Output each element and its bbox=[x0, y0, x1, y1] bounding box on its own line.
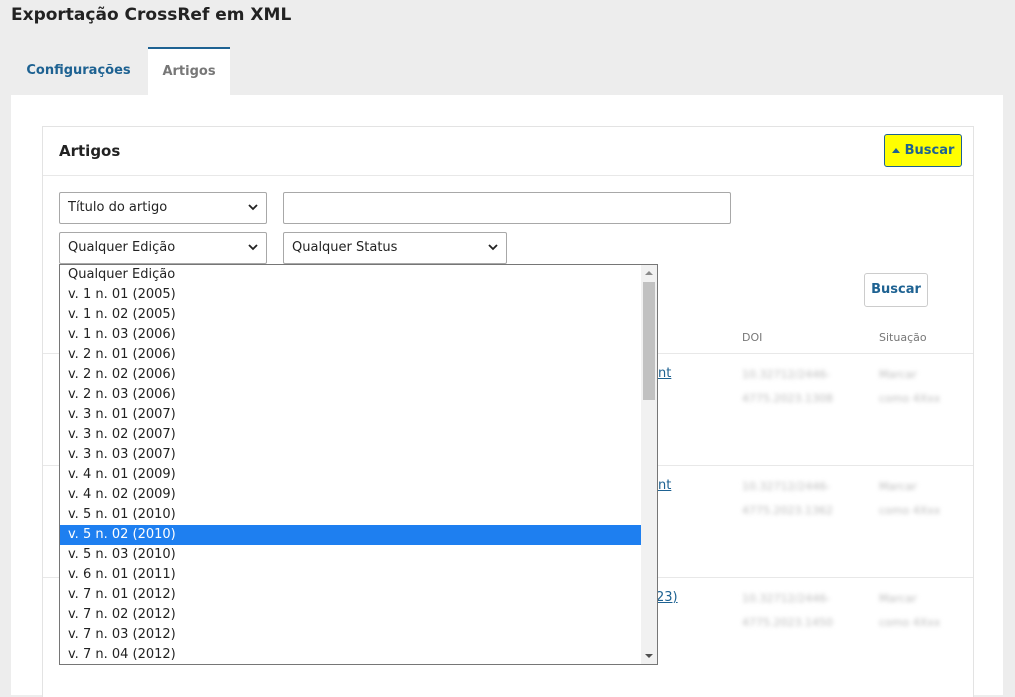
search-field-value: Título do artigo bbox=[68, 200, 168, 215]
dropdown-option[interactable]: v. 1 n. 03 (2006) bbox=[60, 325, 641, 345]
dropdown-option[interactable]: v. 2 n. 03 (2006) bbox=[60, 385, 641, 405]
card-title: Artigos bbox=[59, 142, 121, 160]
dropdown-option[interactable]: v. 1 n. 01 (2005) bbox=[60, 285, 641, 305]
chevron-down-icon bbox=[248, 204, 258, 211]
dropdown-option[interactable]: v. 3 n. 02 (2007) bbox=[60, 425, 641, 445]
column-header-doi: DOI bbox=[742, 331, 763, 344]
search-input[interactable] bbox=[283, 192, 731, 224]
dropdown-option[interactable]: Qualquer Edição bbox=[60, 265, 641, 285]
status-select-value: Qualquer Status bbox=[292, 240, 398, 255]
dropdown-option[interactable]: v. 5 n. 03 (2010) bbox=[60, 545, 641, 565]
card-header: Artigos Buscar bbox=[43, 127, 973, 176]
search-button[interactable]: Buscar bbox=[864, 273, 928, 307]
article-title-link[interactable]: nt bbox=[658, 366, 671, 381]
dropdown-option[interactable]: v. 3 n. 01 (2007) bbox=[60, 405, 641, 425]
doi-value: 10.32712/2446- 4775.2023.1308 bbox=[742, 368, 833, 405]
tab-configuracoes[interactable]: Configurações bbox=[11, 47, 146, 95]
doi-value: 10.32712/2446- 4775.2023.1450 bbox=[742, 592, 833, 629]
dropdown-option[interactable]: v. 4 n. 01 (2009) bbox=[60, 465, 641, 485]
issue-select-value: Qualquer Edição bbox=[68, 240, 176, 255]
caret-up-icon bbox=[891, 148, 900, 153]
column-header-status: Situação bbox=[879, 331, 927, 344]
dropdown-option[interactable]: v. 1 n. 02 (2005) bbox=[60, 305, 641, 325]
status-select[interactable]: Qualquer Status bbox=[283, 232, 507, 264]
scrollbar[interactable] bbox=[641, 265, 657, 664]
dropdown-option[interactable]: v. 7 n. 04 (2012) bbox=[60, 645, 641, 664]
dropdown-option[interactable]: v. 7 n. 03 (2012) bbox=[60, 625, 641, 645]
scroll-thumb[interactable] bbox=[643, 282, 655, 400]
dropdown-option[interactable]: v. 7 n. 02 (2012) bbox=[60, 605, 641, 625]
status-value[interactable]: Marcar como 4Xxx bbox=[879, 363, 940, 411]
doi-value: 10.32712/2446- 4775.2023.1362 bbox=[742, 480, 833, 517]
dropdown-option-selected[interactable]: v. 5 n. 02 (2010) bbox=[60, 525, 641, 545]
dropdown-option[interactable]: v. 3 n. 03 (2007) bbox=[60, 445, 641, 465]
issue-select[interactable]: Qualquer Edição bbox=[59, 232, 267, 264]
article-title-link[interactable]: nt bbox=[658, 478, 671, 493]
status-value[interactable]: Marcar como 4Xxx bbox=[879, 475, 940, 523]
status-value[interactable]: Marcar como 4Xxx bbox=[879, 587, 940, 635]
chevron-down-icon bbox=[248, 244, 258, 251]
article-title-link[interactable]: 23) bbox=[656, 590, 678, 605]
dropdown-option[interactable]: v. 7 n. 01 (2012) bbox=[60, 585, 641, 605]
scroll-up-icon[interactable] bbox=[645, 271, 653, 275]
tab-artigos[interactable]: Artigos bbox=[148, 47, 230, 95]
issue-dropdown-list[interactable]: Qualquer Edição v. 1 n. 01 (2005) v. 1 n. … bbox=[59, 264, 658, 665]
chevron-down-icon bbox=[488, 244, 498, 251]
scroll-down-icon[interactable] bbox=[645, 654, 653, 658]
dropdown-option[interactable]: v. 5 n. 01 (2010) bbox=[60, 505, 641, 525]
dropdown-option[interactable]: v. 2 n. 01 (2006) bbox=[60, 345, 641, 365]
dropdown-option[interactable]: v. 4 n. 02 (2009) bbox=[60, 485, 641, 505]
toggle-search-label: Buscar bbox=[904, 143, 955, 158]
dropdown-option[interactable]: v. 2 n. 02 (2006) bbox=[60, 365, 641, 385]
page-title: Exportação CrossRef em XML bbox=[11, 5, 292, 25]
dropdown-option[interactable]: v. 6 n. 01 (2011) bbox=[60, 565, 641, 585]
toggle-search-button[interactable]: Buscar bbox=[884, 134, 962, 167]
search-field-select[interactable]: Título do artigo bbox=[59, 192, 267, 224]
